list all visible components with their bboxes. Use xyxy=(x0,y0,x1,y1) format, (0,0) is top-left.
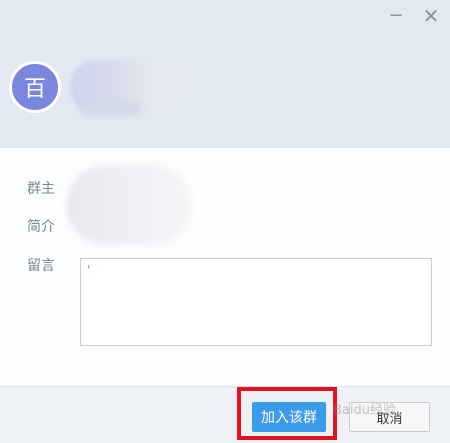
blurred-group-id xyxy=(80,100,140,116)
owner-label: 群主 xyxy=(27,181,55,197)
avatar-char: 百 xyxy=(23,77,46,102)
join-group-dialog: − ✕ 百 群主 简介 留言 ' 加入该群 取消 Baidu经验 xyxy=(0,0,450,443)
group-header: − ✕ 百 xyxy=(0,0,450,148)
join-group-button[interactable]: 加入该群 xyxy=(252,402,326,432)
group-avatar: 百 xyxy=(9,61,61,113)
message-label: 留言 xyxy=(27,258,55,274)
intro-label: 简介 xyxy=(27,219,55,235)
message-input[interactable]: ' xyxy=(80,258,432,346)
minimize-icon[interactable]: − xyxy=(386,6,406,26)
cancel-button[interactable]: 取消 xyxy=(349,402,430,432)
blurred-group-details xyxy=(66,165,192,245)
close-icon[interactable]: ✕ xyxy=(421,6,441,26)
